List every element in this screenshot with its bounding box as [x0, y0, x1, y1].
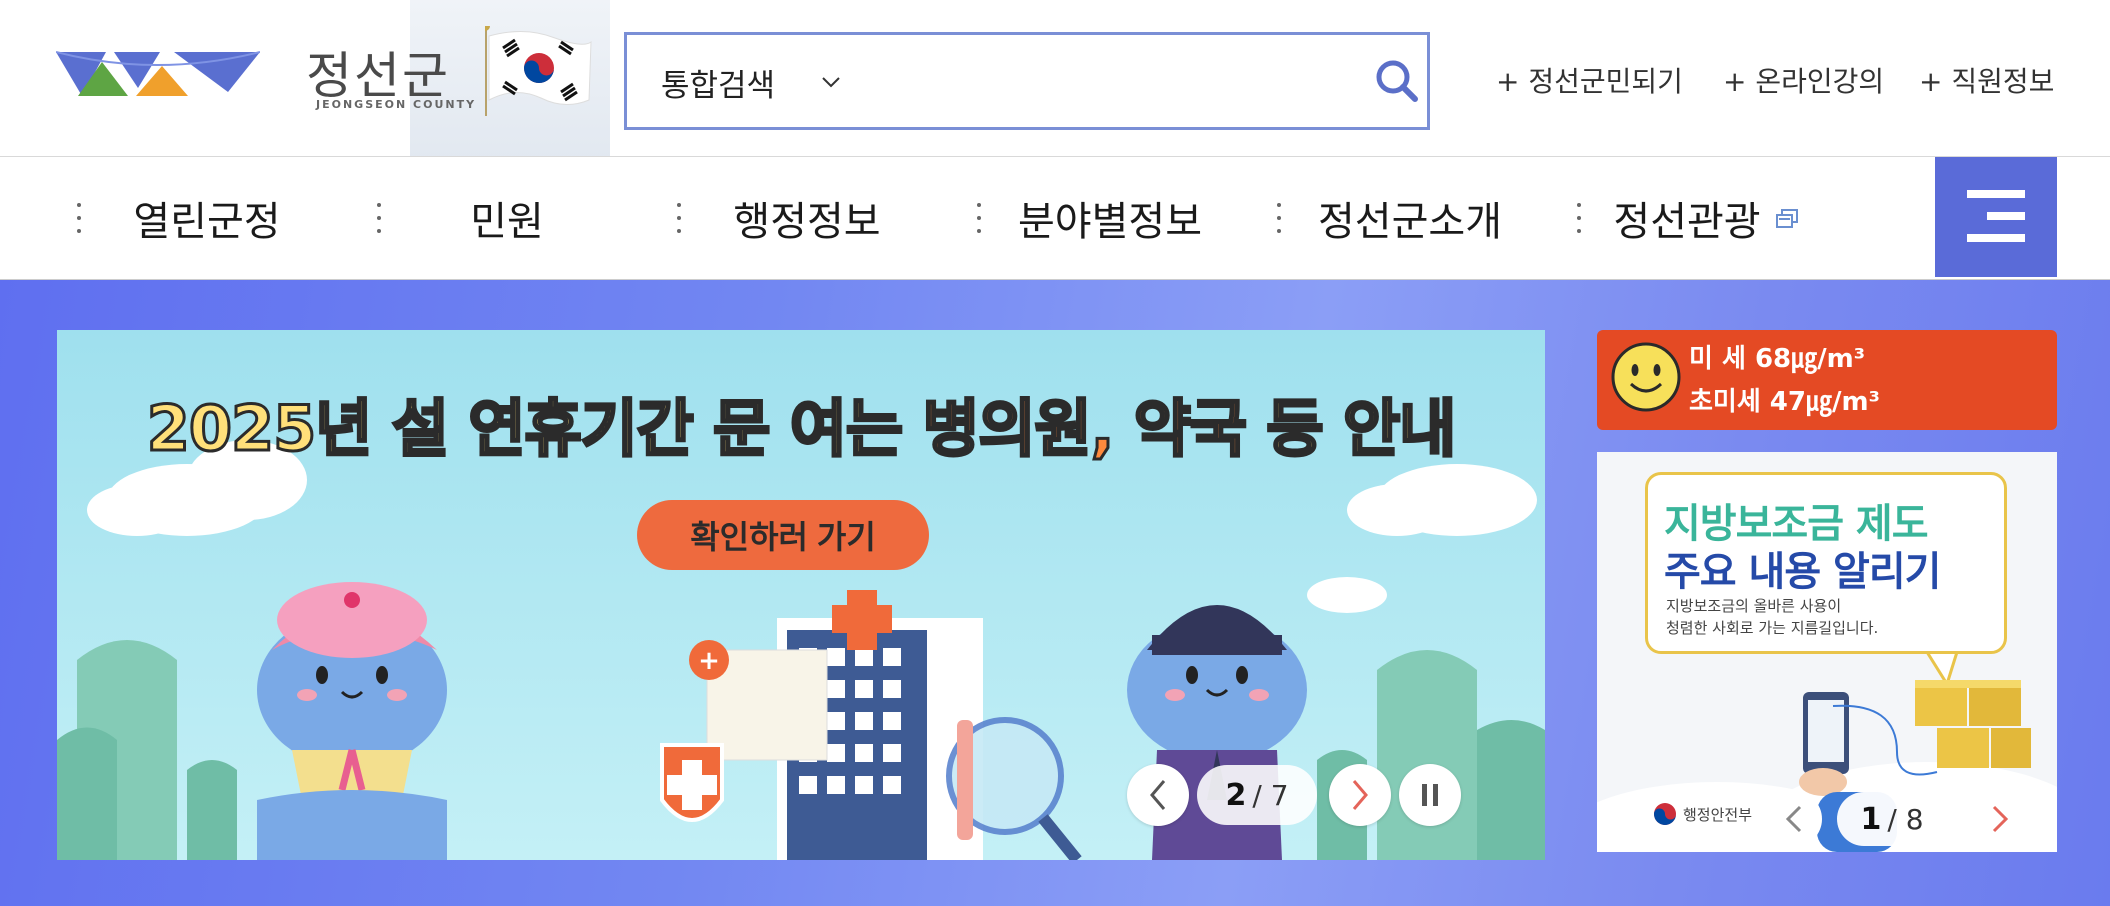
nav-divider: [1277, 203, 1281, 233]
banner-current-page: 2: [1225, 777, 1247, 813]
main-navigation: 열린군정 민원 행정정보 분야별정보 정선군소개 정선관광: [0, 157, 2110, 280]
banner-headline: 2025년 설 연휴기간 문 여는 병의원, 약국 등 안내: [57, 378, 1545, 468]
chevron-right-icon: [1352, 780, 1368, 810]
side-banner-desc-1: 지방보조금의 올바른 사용이: [1666, 597, 1842, 615]
search-category-select[interactable]: 통합검색: [661, 59, 841, 105]
taeguk-icon: [1654, 803, 1676, 825]
side-banner-bubble: 지방보조금 제도 주요 내용 알리기 지방보조금의 올바른 사용이 청렴한 사회…: [1645, 472, 2007, 654]
site-logo[interactable]: 정선군 JEONGSEON COUNTY: [40, 0, 610, 156]
site-name-en: JEONGSEON COUNTY: [316, 98, 477, 111]
nav-divider: [377, 203, 381, 233]
banner-cta-button[interactable]: 확인하러 가기: [637, 500, 929, 570]
banner-pager: 2 / 7: [1197, 765, 1317, 825]
search-button[interactable]: [1369, 53, 1425, 111]
util-link-staff-info[interactable]: + 직원정보: [1919, 60, 2054, 100]
nav-open-administration[interactable]: 열린군정: [112, 157, 302, 279]
main-visual-section: + 2025년 설 연휴기간 문 여는 병의원, 약국 등 안내 확인하러 가기…: [0, 280, 2110, 906]
side-banner-slide[interactable]: 지방보조금 제도 주요 내용 알리기 지방보조금의 올바른 사용이 청렴한 사회…: [1597, 452, 2057, 852]
side-banner-prev-button[interactable]: [1766, 791, 1822, 847]
ministry-name: 행정안전부: [1683, 805, 1753, 824]
fine-dust-value: 미 세 68㎍/m³: [1689, 344, 1866, 374]
side-banner-desc-2: 청렴한 사회로 가는 지름길입니다.: [1666, 619, 1879, 637]
nav-divider: [677, 203, 681, 233]
nav-tourism[interactable]: 정선관광: [1612, 157, 1762, 279]
banner-next-button[interactable]: [1329, 764, 1391, 826]
taegukgi-flag-icon: [485, 26, 592, 116]
new-window-icon: [1776, 209, 1798, 228]
nav-administrative-info[interactable]: 행정정보: [712, 157, 902, 279]
util-link-join-citizen[interactable]: + 정선군민되기: [1496, 60, 1683, 100]
mountain-logo-icon: [56, 51, 260, 96]
banner-headline-highlight: 병의원, 약국: [921, 391, 1248, 467]
nav-divider: [977, 203, 981, 233]
nav-civil-service[interactable]: 민원: [412, 157, 602, 279]
nav-field-info[interactable]: 분야별정보: [1000, 157, 1220, 279]
chevron-down-icon: [822, 77, 840, 88]
search-category-label: 통합검색: [661, 67, 776, 104]
pause-icon: [1422, 784, 1438, 806]
main-banner-slide[interactable]: + 2025년 설 연휴기간 문 여는 병의원, 약국 등 안내 확인하러 가기…: [57, 330, 1545, 860]
side-banner-current-page: 1: [1860, 801, 1882, 837]
nav-county-intro[interactable]: 정선군소개: [1300, 157, 1520, 279]
svg-text:+: +: [698, 646, 720, 676]
banner-headline-part: 2025년 설 연휴기간 문 여는: [145, 391, 923, 467]
search-icon: [1376, 60, 1418, 102]
banner-pause-button[interactable]: [1399, 764, 1461, 826]
side-banner-pager: 1 / 8: [1837, 792, 1947, 846]
hamburger-menu-icon: [1967, 189, 2025, 242]
site-header: 정선군 JEONGSEON COUNTY 통합검색 + 정선군민되기 + 온라인…: [0, 0, 2110, 157]
banner-total-pages: / 7: [1252, 778, 1289, 812]
nav-divider: [1577, 203, 1581, 233]
search-box: 통합검색: [624, 32, 1430, 130]
air-quality-widget[interactable]: 미 세 68㎍/m³ 초미세 47㎍/m³: [1597, 330, 2057, 430]
chevron-left-icon: [1150, 780, 1166, 810]
ministry-logo: 행정안전부: [1653, 802, 1752, 826]
banner-headline-part: 등 안내: [1245, 391, 1458, 467]
side-banner-next-button[interactable]: [1972, 791, 2028, 847]
all-menu-button[interactable]: [1935, 157, 2057, 277]
smiley-face-icon: [1611, 342, 1681, 412]
ultrafine-dust-value: 초미세 47㎍/m³: [1689, 387, 1880, 417]
nav-divider: [77, 203, 81, 233]
search-input[interactable]: [857, 49, 1341, 115]
side-banner-title-2: 주요 내용 알리기: [1664, 549, 1941, 595]
side-banner-total-pages: / 8: [1887, 802, 1924, 836]
banner-prev-button[interactable]: [1127, 764, 1189, 826]
util-link-online-lecture[interactable]: + 온라인강의: [1723, 60, 1884, 100]
